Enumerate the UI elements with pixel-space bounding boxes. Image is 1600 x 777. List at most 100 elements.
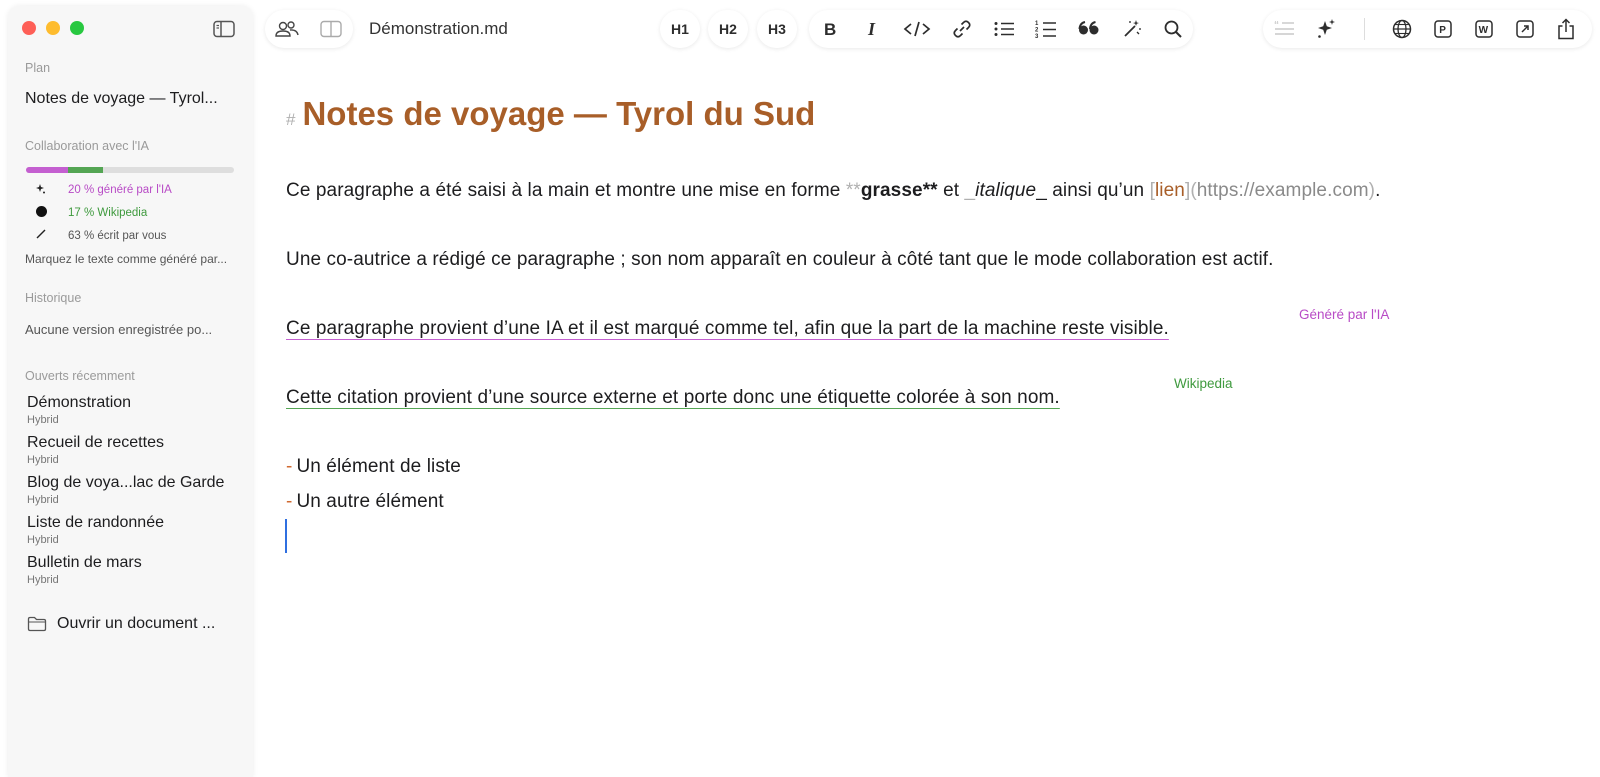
history-heading: Historique: [25, 291, 82, 305]
people-icon: [275, 21, 299, 37]
bullet-list-button[interactable]: [983, 20, 1025, 38]
folder-icon: [27, 616, 47, 632]
recent-heading: Ouverts récemment: [25, 369, 135, 383]
recent-item-type: Hybrid: [27, 414, 59, 426]
quote-button[interactable]: [1067, 21, 1111, 37]
recent-item-name: Blog de voya...lac de Garde: [27, 474, 225, 491]
format-toolbar-pill: B I 1 2 3: [809, 10, 1193, 48]
export-p-button[interactable]: P: [1422, 20, 1464, 38]
recent-item-name: Recueil de recettes: [27, 434, 164, 451]
legend-ai: 20 % généré par l'IA: [34, 183, 172, 197]
split-view-button[interactable]: [309, 20, 353, 38]
numbered-list-icon: 1 2 3: [1035, 21, 1056, 39]
document-filename: Démonstration.md: [369, 19, 508, 38]
legend-ai-label: 20 % généré par l'IA: [68, 184, 172, 196]
sparkle-icon: [34, 183, 48, 197]
minimize-window-button[interactable]: [46, 21, 60, 35]
h2-button[interactable]: H2: [708, 10, 748, 48]
legend-you: 63 % écrit par vous: [34, 229, 166, 242]
markdown-italic-close: _: [1036, 180, 1047, 201]
magic-wand-button[interactable]: [1111, 19, 1153, 39]
link-button[interactable]: [941, 18, 983, 40]
magic-wand-icon: [1124, 20, 1141, 37]
sidebar: Plan Notes de voyage — Tyrol... Collabor…: [8, 6, 253, 777]
recent-item[interactable]: Bulletin de mars Hybrid: [27, 553, 242, 587]
recent-item[interactable]: Liste de randonnée Hybrid: [27, 513, 242, 547]
recent-item-type: Hybrid: [27, 534, 59, 546]
recent-item-type: Hybrid: [27, 454, 59, 466]
recent-item-name: Bulletin de mars: [27, 554, 142, 571]
quote-disabled-button[interactable]: “: [1263, 20, 1305, 38]
collab-heading: Collaboration avec l'IA: [25, 139, 149, 153]
sparkles-icon: [1318, 19, 1335, 38]
open-document-button[interactable]: Ouvrir un document ...: [27, 615, 215, 633]
paragraph-wikipedia: Cette citation provient d’une source ext…: [286, 387, 1060, 408]
recent-item[interactable]: Recueil de recettes Hybrid: [27, 433, 242, 467]
heading-text: Notes de voyage — Tyrol du Sud: [302, 95, 816, 132]
legend-wiki-label: 17 % Wikipedia: [68, 207, 148, 219]
share-button[interactable]: [1546, 18, 1586, 40]
text-cursor: [285, 519, 287, 553]
search-button[interactable]: [1153, 19, 1193, 39]
share-icon: [1558, 18, 1574, 40]
list-item-text: Un autre élément: [296, 491, 444, 512]
code-button[interactable]: [893, 20, 941, 38]
split-view-icon: [320, 20, 342, 38]
wikipedia-tag: Wikipedia: [1174, 376, 1233, 391]
close-window-button[interactable]: [22, 21, 36, 35]
ai-generated-tag: Généré par l'IA: [1299, 307, 1390, 322]
plan-item[interactable]: Notes de voyage — Tyrol...: [25, 90, 239, 108]
italic-button[interactable]: I: [851, 20, 893, 38]
text-run: .: [1375, 180, 1381, 201]
export-w-button[interactable]: W: [1464, 20, 1504, 38]
toolbar-divider: [1364, 18, 1365, 40]
italic-icon: I: [867, 20, 876, 38]
heading-marker: #: [286, 110, 296, 129]
document-title: # Notes de voyage — Tyrol du Sud: [286, 95, 815, 133]
legend-wiki: 17 % Wikipedia: [34, 206, 147, 220]
quote-disabled-icon: “: [1274, 20, 1294, 35]
list-marker: -: [286, 491, 293, 512]
h1-button[interactable]: H1: [660, 10, 700, 48]
open-external-button[interactable]: [1504, 20, 1546, 38]
link-url[interactable]: https://example.com: [1197, 180, 1369, 201]
collaborators-button[interactable]: [265, 20, 309, 38]
svg-text:2: 2: [1035, 28, 1039, 34]
app-window: Plan Notes de voyage — Tyrol... Collabor…: [0, 0, 1600, 777]
history-empty-text: Aucune version enregistrée po...: [25, 322, 213, 337]
open-external-icon: [1516, 20, 1534, 38]
collab-progress-bar: [26, 167, 234, 173]
paragraph-ai-generated: Ce paragraphe provient d’une IA et il es…: [286, 318, 1169, 339]
zoom-window-button[interactable]: [70, 21, 84, 35]
legend-you-label: 63 % écrit par vous: [68, 229, 167, 242]
svg-text:I: I: [867, 20, 876, 38]
svg-text:W: W: [1479, 25, 1489, 36]
language-button[interactable]: [1382, 19, 1422, 39]
link-icon: [953, 20, 971, 38]
progress-ai-segment: [26, 167, 68, 173]
list-item-text: Un élément de liste: [296, 456, 461, 477]
list-item: - Un élément de liste: [286, 456, 461, 478]
bold-button[interactable]: B: [809, 20, 851, 38]
svg-text:P: P: [1439, 25, 1446, 36]
h3-button[interactable]: H3: [757, 10, 797, 48]
window-controls: [22, 21, 84, 35]
plan-heading: Plan: [25, 61, 51, 75]
paragraph-coauthor: Une co-autrice a rédigé ce paragraphe ; …: [286, 249, 1274, 270]
p-export-icon: P: [1434, 20, 1452, 38]
w-export-icon: W: [1475, 20, 1493, 38]
svg-text:1: 1: [1035, 21, 1039, 27]
recent-item[interactable]: Blog de voya...lac de Garde Hybrid: [27, 473, 242, 507]
link-text[interactable]: lien: [1155, 180, 1185, 201]
recent-item[interactable]: Démonstration Hybrid: [27, 393, 242, 427]
bold-icon: B: [824, 20, 836, 38]
numbered-list-button[interactable]: 1 2 3: [1025, 19, 1067, 39]
list-item: - Un autre élément: [286, 491, 444, 513]
collab-hint[interactable]: Marquez le texte comme généré par...: [25, 252, 239, 266]
ai-sparkles-button[interactable]: [1305, 18, 1347, 40]
sidebar-toggle-icon[interactable]: [213, 20, 235, 38]
recent-item-type: Hybrid: [27, 574, 59, 586]
recent-item-name: Liste de randonnée: [27, 514, 164, 531]
text-run: et: [937, 180, 965, 201]
text-run: ainsi qu’un: [1046, 180, 1150, 201]
